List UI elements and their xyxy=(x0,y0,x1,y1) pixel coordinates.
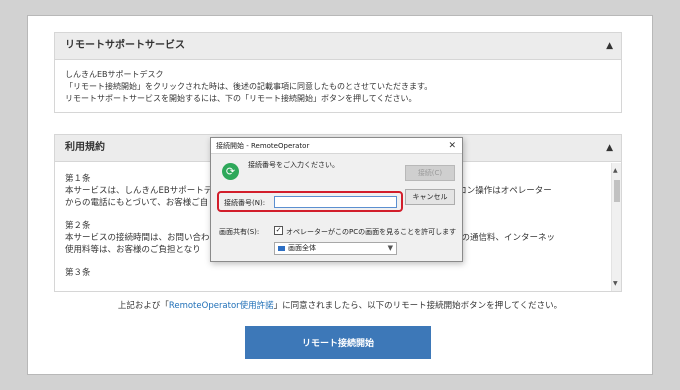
dialog-title: 接続開始 - RemoteOperator xyxy=(216,142,310,150)
support-line: しんきんEBサポートデスク xyxy=(65,70,164,79)
chevron-up-icon[interactable]: ▲ xyxy=(606,135,613,161)
scroll-thumb[interactable] xyxy=(614,180,620,202)
share-checkbox-label[interactable]: オペレーターがこのPCの画面を見ることを許可します xyxy=(286,227,456,237)
support-panel-header[interactable]: リモートサポートサービス ▲ xyxy=(55,33,621,60)
chevron-down-icon[interactable]: ▼ xyxy=(388,243,393,254)
agreement-text: 上記および「RemoteOperator使用許諾」に同意されましたら、以下のリモ… xyxy=(117,301,563,311)
chevron-up-icon[interactable]: ▲ xyxy=(606,33,613,59)
terms-scrollbar[interactable]: ▲ ▼ xyxy=(611,163,621,291)
scroll-down-icon[interactable]: ▼ xyxy=(613,280,618,287)
screen-select-value: 画面全体 xyxy=(288,244,316,252)
monitor-icon xyxy=(278,246,285,251)
dialog-titlebar[interactable]: 接続開始 - RemoteOperator ✕ xyxy=(211,138,462,154)
support-line: 「リモート接続開始」をクリックされた時は、後述の記載事項に同意したものとさせてい… xyxy=(65,82,433,91)
connection-number-input[interactable] xyxy=(274,196,397,208)
dialog-cancel-button[interactable]: キャンセル xyxy=(405,189,455,205)
connect-dialog: 接続開始 - RemoteOperator ✕ ⟳ 接続番号をご入力ください。 … xyxy=(210,137,463,262)
scroll-up-icon[interactable]: ▲ xyxy=(613,167,618,174)
dialog-prompt: 接続番号をご入力ください。 xyxy=(248,161,339,169)
support-line: リモートサポートサービスを開始するには、下の「リモート接続開始」ボタンを押してく… xyxy=(65,94,417,103)
license-link[interactable]: RemoteOperator使用許諾 xyxy=(169,301,274,311)
support-panel: リモートサポートサービス ▲ しんきんEBサポートデスク 「リモート接続開始」を… xyxy=(54,32,622,113)
article-heading: 第３条 xyxy=(65,268,91,278)
remote-connect-button[interactable]: リモート接続開始 xyxy=(245,326,431,359)
dialog-connect-button[interactable]: 接続(C) xyxy=(405,165,455,181)
terms-panel-title: 利用規約 xyxy=(65,142,105,153)
screen-select[interactable]: 画面全体 ▼ xyxy=(274,242,397,255)
share-checkbox[interactable]: ✓ xyxy=(274,226,283,235)
number-label: 接続番号(N): xyxy=(224,199,266,207)
remote-operator-icon: ⟳ xyxy=(222,163,239,180)
support-panel-body: しんきんEBサポートデスク 「リモート接続開始」をクリックされた時は、後述の記載… xyxy=(55,60,621,114)
support-panel-title: リモートサポートサービス xyxy=(65,40,185,51)
share-label: 画面共有(S): xyxy=(219,228,260,236)
close-icon[interactable]: ✕ xyxy=(448,138,456,154)
